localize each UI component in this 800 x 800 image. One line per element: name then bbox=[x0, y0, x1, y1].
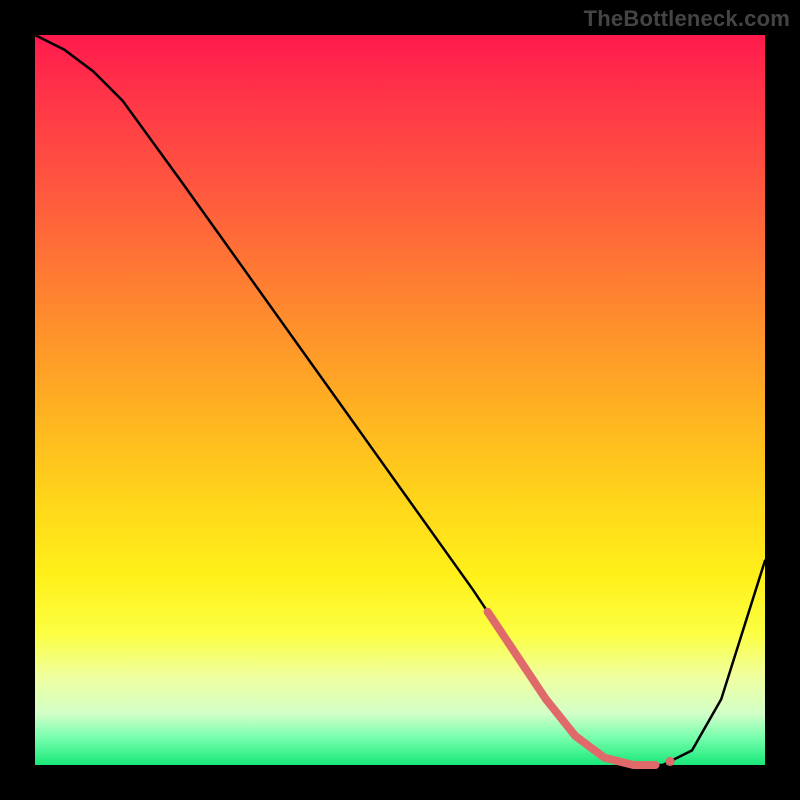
bottleneck-curve bbox=[35, 35, 765, 765]
curve-svg bbox=[35, 35, 765, 765]
watermark: TheBottleneck.com bbox=[584, 6, 790, 32]
flat-segment-end-dot bbox=[666, 757, 675, 766]
flat-segment bbox=[488, 612, 656, 765]
plot-area bbox=[35, 35, 765, 765]
chart-frame: TheBottleneck.com bbox=[0, 0, 800, 800]
